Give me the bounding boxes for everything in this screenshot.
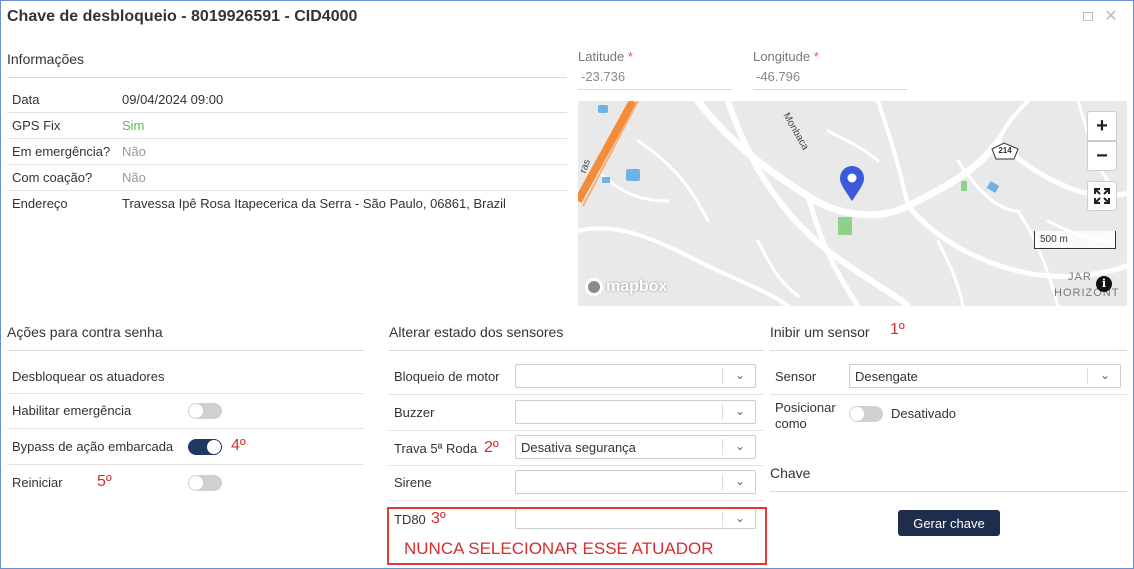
generate-key-button[interactable]: Gerar chave	[898, 510, 1000, 536]
area-label: JAR	[1068, 271, 1092, 283]
select-divider	[722, 368, 723, 384]
mapbox-logo-text: mapbox	[606, 278, 668, 295]
info-row-data: Data 09/04/2024 09:00	[7, 87, 567, 113]
road-shield-label: 214	[998, 146, 1012, 155]
latitude-underline	[578, 89, 732, 90]
info-row-address: Endereço Travessa Ipê Rosa Itapecerica d…	[7, 191, 567, 217]
chevron-down-icon: ⌄	[734, 404, 745, 418]
info-value: Não	[122, 144, 146, 159]
zoom-in-button[interactable]: +	[1087, 111, 1117, 141]
row-divider	[7, 393, 364, 394]
row-divider	[389, 500, 764, 501]
select-divider	[1087, 368, 1088, 384]
sensor-engine-block-label: Bloqueio de motor	[394, 369, 500, 384]
chevron-down-icon: ⌄	[734, 439, 745, 453]
inhibit-sensor-label: Sensor	[775, 369, 817, 384]
select-divider	[722, 439, 723, 455]
chevron-down-icon: ⌄	[734, 368, 745, 382]
dialog-window: Chave de desbloqueio - 8019926591 - CID4…	[0, 0, 1134, 569]
action-restart-label: Reiniciar	[12, 475, 63, 490]
longitude-underline	[753, 89, 907, 90]
latitude-field[interactable]: -23.736	[581, 69, 625, 84]
inhibit-divider	[770, 350, 1127, 351]
action-unlock-actuators[interactable]: Desbloquear os atuadores	[12, 369, 165, 384]
inhibit-sensor-select[interactable]: Desengate ⌄	[849, 364, 1121, 388]
sensors-section-title: Alterar estado dos sensores	[389, 324, 564, 340]
key-section-title: Chave	[770, 465, 811, 481]
actions-section-title: Ações para contra senha	[7, 324, 163, 340]
sensor-siren-label: Sirene	[394, 475, 432, 490]
actions-divider	[7, 350, 364, 351]
info-value: Não	[122, 170, 146, 185]
enable-emergency-toggle[interactable]	[188, 403, 222, 419]
action-bypass-label: Bypass de ação embarcada	[12, 439, 174, 454]
row-divider	[7, 428, 364, 429]
inhibit-section-title: Inibir um sensor	[770, 324, 870, 340]
info-row-coercion: Com coação? Não	[7, 165, 567, 191]
map-info-icon[interactable]: i	[1096, 276, 1112, 292]
annotation-1: 1º	[890, 321, 905, 338]
info-divider	[7, 77, 567, 78]
map-scale: 500 m	[1034, 231, 1116, 249]
info-label: GPS Fix	[12, 118, 61, 133]
row-divider	[770, 394, 1127, 395]
longitude-field[interactable]: -46.796	[756, 69, 800, 84]
position-as-toggle[interactable]	[849, 406, 883, 422]
close-icon[interactable]: ✕	[1104, 9, 1118, 25]
info-row-gps-fix: GPS Fix Sim	[7, 113, 567, 139]
fullscreen-icon	[1094, 188, 1110, 204]
chevron-down-icon: ⌄	[1099, 368, 1110, 382]
select-divider	[722, 404, 723, 420]
map-scale-label: 500 m	[1040, 234, 1068, 245]
maximize-icon[interactable]	[1081, 10, 1095, 24]
bypass-toggle[interactable]	[188, 439, 222, 455]
sensor-fifth-wheel-label: Trava 5ª Roda	[394, 441, 478, 456]
longitude-label: Longitude *	[753, 49, 819, 64]
info-label: Em emergência?	[12, 144, 111, 159]
position-as-label-line: como	[775, 416, 807, 431]
fifth-wheel-select[interactable]: Desativa segurança ⌄	[515, 435, 756, 459]
title-bar: Chave de desbloqueio - 8019926591 - CID4…	[1, 1, 1133, 35]
position-as-label-line: Posicionar	[775, 400, 836, 415]
position-as-label: Posicionar como	[775, 400, 836, 432]
info-section-title: Informações	[7, 51, 85, 67]
siren-select[interactable]: ⌄	[515, 470, 756, 494]
action-enable-emergency-label: Habilitar emergência	[12, 403, 132, 418]
restart-toggle[interactable]	[188, 475, 222, 491]
map-view[interactable]: 214 Monbaca ras JAR HORIZONT + − 500 m m…	[578, 101, 1127, 306]
mapbox-logo: mapbox	[585, 278, 667, 296]
annotation-4: 4º	[231, 437, 246, 454]
map-tiles	[578, 101, 1127, 306]
fullscreen-button[interactable]	[1087, 181, 1117, 211]
sensors-divider	[389, 350, 764, 351]
row-divider	[389, 430, 764, 431]
select-value: Desativa segurança	[521, 440, 636, 455]
annotation-2: 2º	[484, 439, 499, 456]
engine-block-select[interactable]: ⌄	[515, 364, 756, 388]
buzzer-select[interactable]: ⌄	[515, 400, 756, 424]
row-divider	[389, 394, 764, 395]
chevron-down-icon: ⌄	[734, 474, 745, 488]
annotation-5: 5º	[97, 473, 112, 490]
latitude-label: Latitude *	[578, 49, 633, 64]
mapbox-logo-icon	[585, 278, 603, 296]
annotation-warning-text: NUNCA SELECIONAR ESSE ATUADOR	[404, 539, 714, 558]
info-value: 09/04/2024 09:00	[122, 92, 224, 107]
select-divider	[722, 474, 723, 490]
position-as-value: Desativado	[891, 406, 957, 421]
info-label: Endereço	[12, 196, 68, 211]
key-divider	[770, 491, 1127, 492]
row-divider	[7, 464, 364, 465]
info-value: Travessa Ipê Rosa Itapecerica da Serra -…	[122, 196, 506, 211]
select-value: Desengate	[855, 369, 918, 384]
info-value: Sim	[122, 118, 145, 133]
info-label: Com coação?	[12, 170, 93, 185]
dialog-title: Chave de desbloqueio - 8019926591 - CID4…	[7, 8, 358, 25]
sensor-buzzer-label: Buzzer	[394, 405, 435, 420]
row-divider	[389, 465, 764, 466]
info-label: Data	[12, 92, 40, 107]
zoom-out-button[interactable]: −	[1087, 141, 1117, 171]
info-row-emergency: Em emergência? Não	[7, 139, 567, 165]
